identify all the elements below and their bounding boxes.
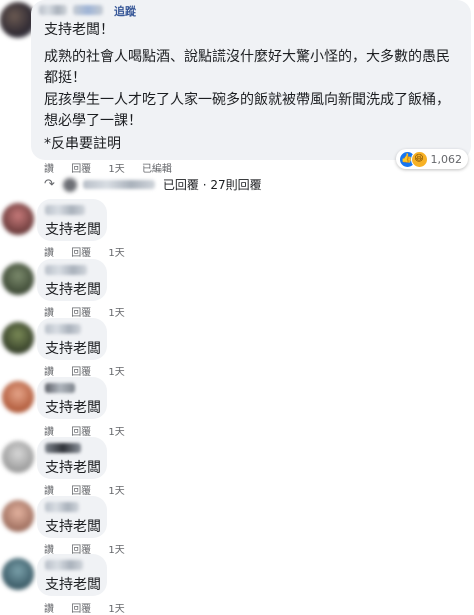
reply-bubble: 支持老闆	[37, 554, 107, 596]
reply-button[interactable]: 回覆	[71, 248, 91, 259]
timestamp[interactable]: 1天	[108, 367, 124, 378]
reply-actions: 讚 回覆 1天	[44, 423, 139, 438]
avatar[interactable]	[2, 263, 34, 295]
replier-name-blurred	[82, 180, 155, 189]
reply-bubble: 支持老闆	[37, 496, 107, 538]
reply-text: 支持老闆	[45, 222, 101, 238]
reply-text: 支持老闆	[45, 282, 101, 298]
reply-actions: 讚 回覆 1天	[44, 600, 139, 615]
reply-button[interactable]: 回覆	[71, 604, 91, 615]
replies-count-text[interactable]: 已回覆 · 27則回覆	[163, 176, 262, 193]
timestamp[interactable]: 1天	[108, 486, 124, 497]
haha-icon: 😆	[410, 150, 428, 168]
avatar[interactable]	[2, 500, 34, 532]
reply-actions: 讚 回覆 1天	[44, 244, 139, 259]
comment-paragraph-3: 屁孩學生一人才吃了人家一碗多的飯就被帶風向新聞洗成了飯桶，想必學了一課！	[44, 92, 450, 129]
replier-name-blurred[interactable]	[45, 265, 87, 275]
timestamp[interactable]: 1天	[108, 164, 124, 175]
timestamp[interactable]: 1天	[108, 248, 124, 259]
reply-bubble: 支持老闆	[37, 437, 107, 479]
replier-name-blurred[interactable]	[45, 502, 79, 512]
reply-bubble: 支持老闆	[37, 259, 107, 301]
replier-name-blurred[interactable]	[45, 324, 81, 334]
replier-name-blurred[interactable]	[45, 205, 85, 215]
reply-button[interactable]: 回覆	[71, 164, 91, 175]
avatar[interactable]	[2, 203, 34, 235]
avatar[interactable]	[2, 558, 34, 590]
reply-bubble: 支持老闆	[37, 377, 107, 419]
avatar[interactable]	[2, 381, 34, 413]
follow-link[interactable]: 追蹤	[114, 3, 136, 19]
avatar	[62, 177, 77, 192]
timestamp[interactable]: 1天	[108, 604, 124, 615]
reaction-summary[interactable]: 👍 😆 1,062	[395, 149, 468, 169]
reply-text: 支持老闆	[45, 460, 101, 476]
comment-paragraph-2: 成熟的社會人喝點酒、說點謊沒什麼好大驚小怪的，大多數的愚民都挺！	[44, 49, 450, 86]
reaction-count: 1,062	[430, 152, 463, 166]
avatar[interactable]	[2, 322, 34, 354]
replies-summary[interactable]: ↶ 已回覆 · 27則回覆	[44, 176, 262, 193]
reply-bubble: 支持老闆	[37, 318, 107, 360]
avatar[interactable]	[2, 441, 34, 473]
reply-actions: 讚 回覆 1天	[44, 304, 139, 319]
timestamp[interactable]: 1天	[108, 427, 124, 438]
commenter-name-blurred[interactable]	[39, 5, 67, 15]
reply-text: 支持老闆	[45, 341, 101, 357]
replier-name-blurred[interactable]	[45, 443, 81, 453]
reply-text: 支持老闆	[45, 577, 101, 593]
comment-paragraph-4: *反串要註明	[44, 136, 121, 152]
reply-actions: 讚 回覆 1天	[44, 482, 139, 497]
commenter-name-blurred-2	[73, 5, 103, 15]
edited-label: 已編輯	[141, 164, 172, 175]
reply-actions: 讚 回覆 1天	[44, 363, 139, 378]
timestamp[interactable]: 1天	[108, 308, 124, 319]
like-button[interactable]: 讚	[44, 248, 54, 259]
comment-paragraph-1: 支持老闆！	[44, 22, 114, 38]
reply-text: 支持老闆	[45, 519, 101, 535]
comment-actions: 讚 回覆 1天 已編輯	[44, 160, 186, 175]
like-button[interactable]: 讚	[44, 604, 54, 615]
replier-name-blurred[interactable]	[45, 383, 75, 393]
like-button[interactable]: 讚	[44, 164, 54, 175]
timestamp[interactable]: 1天	[108, 545, 124, 556]
reply-bubble: 支持老闆	[37, 199, 107, 241]
reply-arrow-icon: ↶	[44, 177, 55, 192]
replier-name-blurred[interactable]	[45, 560, 83, 570]
reply-text: 支持老闆	[45, 400, 101, 416]
